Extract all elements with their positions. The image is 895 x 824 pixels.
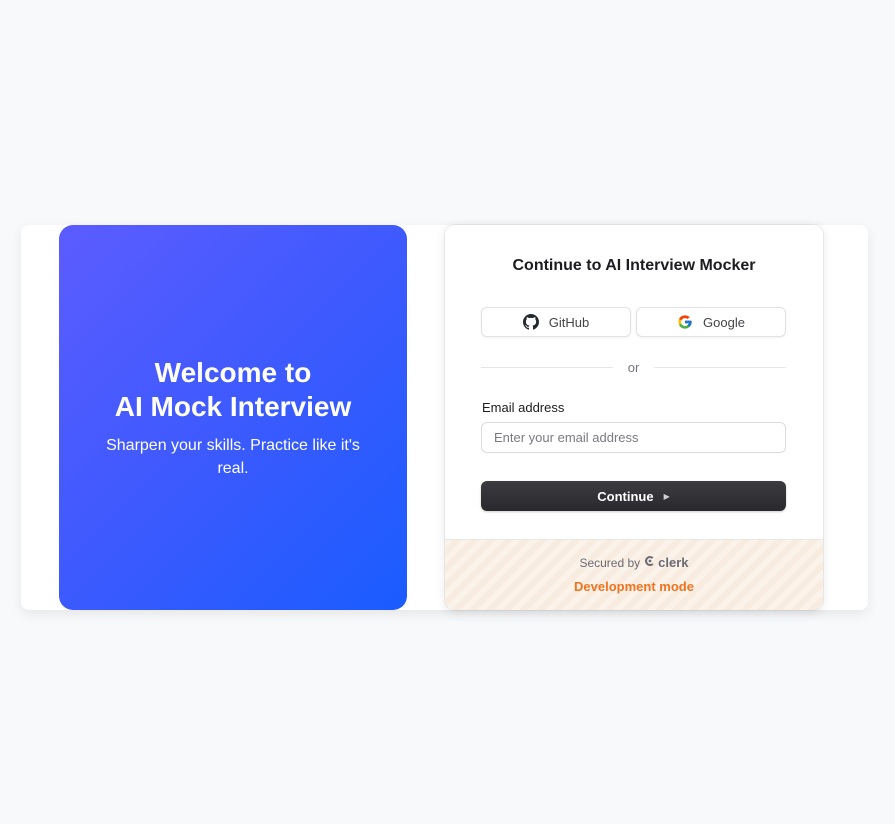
signin-form: Continue to AI Interview Mocker GitHub G… — [445, 225, 823, 540]
signin-title: Continue to AI Interview Mocker — [512, 257, 756, 274]
google-label: Google — [703, 314, 745, 330]
google-signin-button[interactable]: Google — [636, 307, 786, 337]
github-signin-button[interactable]: GitHub — [481, 307, 631, 337]
divider-line-left — [481, 366, 613, 368]
development-mode-label: Development mode — [574, 579, 694, 594]
secured-by-text: Secured by — [579, 555, 641, 570]
email-field[interactable] — [481, 422, 786, 453]
clerk-icon — [644, 555, 656, 570]
welcome-subtitle: Sharpen your skills. Practice like it's … — [106, 436, 360, 477]
welcome-title: Welcome to AI Mock Interview — [115, 356, 352, 424]
or-divider: or — [481, 359, 786, 375]
divider-line-right — [654, 366, 786, 368]
secured-by: Secured by clerk — [445, 555, 823, 570]
continue-label: Continue — [597, 488, 654, 504]
github-label: GitHub — [548, 314, 590, 330]
clerk-logo[interactable]: clerk — [644, 555, 689, 570]
welcome-title-line1: Welcome to — [154, 356, 312, 388]
welcome-panel: Welcome to AI Mock Interview Sharpen you… — [59, 225, 407, 610]
github-icon — [522, 314, 539, 330]
signin-card: Continue to AI Interview Mocker GitHub G… — [445, 225, 823, 610]
google-icon — [677, 314, 693, 330]
clerk-brand-text: clerk — [658, 555, 689, 570]
divider-text: or — [627, 359, 640, 375]
continue-button[interactable]: Continue ▶ — [481, 481, 786, 511]
triangle-right-icon: ▶ — [663, 491, 670, 501]
email-label: Email address — [482, 400, 565, 415]
welcome-title-line2: AI Mock Interview — [114, 390, 352, 422]
signin-footer: Secured by clerk Development mode — [445, 540, 823, 610]
